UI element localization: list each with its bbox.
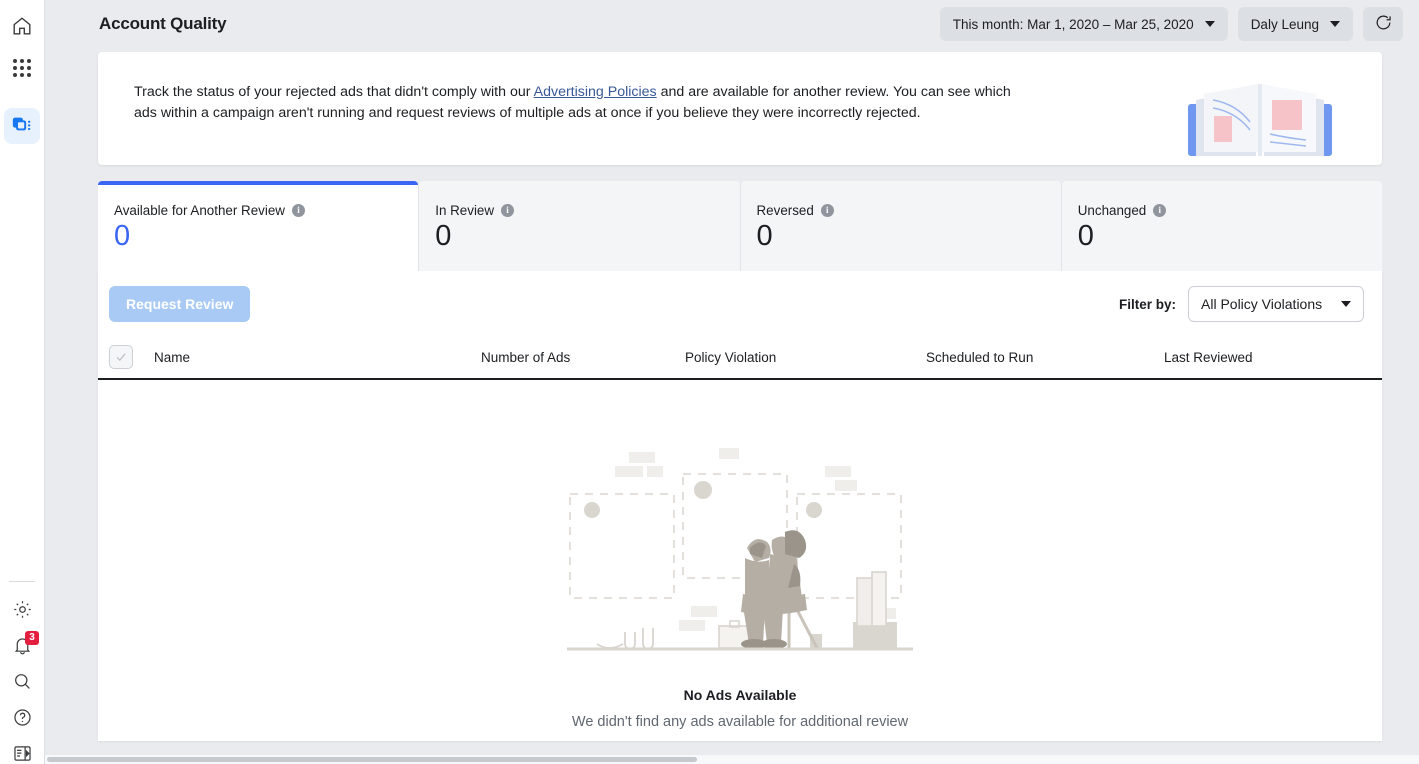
gear-icon (12, 599, 33, 625)
sidebar-item-settings[interactable] (4, 594, 40, 630)
status-card-label: In Review i (435, 203, 723, 218)
info-icon[interactable]: i (501, 204, 515, 217)
filter-by-label: Filter by: (1118, 296, 1176, 312)
table-header-row: Name Number of Ads Policy Violation Sche… (98, 336, 1382, 380)
sidebar-item-account-quality[interactable] (4, 108, 40, 144)
select-all-checkbox[interactable] (109, 345, 133, 369)
sidebar-item-notifications[interactable]: 3 (4, 630, 40, 666)
layers-list-icon (11, 113, 33, 140)
banner-text: Track the status of your rejected ads th… (134, 82, 1034, 124)
sidebar-item-apps[interactable] (4, 50, 40, 86)
apps-grid-icon (13, 59, 31, 77)
empty-state-title: No Ads Available (683, 687, 797, 703)
advertising-policies-link[interactable]: Advertising Policies (534, 84, 657, 100)
status-card-available-for-another-review[interactable]: Available for Another Review i 0 (98, 181, 420, 271)
date-range-selector[interactable]: This month: Mar 1, 2020 – Mar 25, 2020 (939, 7, 1228, 41)
info-icon[interactable]: i (1153, 204, 1167, 217)
question-circle-icon (12, 707, 33, 733)
chevron-down-icon (1341, 301, 1351, 307)
left-nav-rail: 3 (0, 0, 45, 764)
status-card-label: Available for Another Review i (114, 203, 402, 218)
info-banner: Track the status of your rejected ads th… (98, 52, 1382, 165)
status-card-value: 0 (435, 220, 452, 252)
status-card-in-review[interactable]: In Review i 0 (419, 181, 741, 271)
status-card-label: Unchanged i (1078, 203, 1366, 218)
account-name-label: Daly Leung (1250, 16, 1319, 32)
sidebar-item-home[interactable] (4, 10, 40, 46)
column-header-last-reviewed[interactable]: Last Reviewed (1164, 350, 1253, 365)
empty-state: No Ads Available We didn't find any ads … (98, 380, 1382, 730)
info-icon[interactable]: i (820, 204, 834, 217)
status-card-unchanged[interactable]: Unchanged i 0 (1061, 181, 1382, 271)
rail-divider (9, 581, 35, 582)
scrollbar-thumb[interactable] (47, 757, 697, 762)
people-sitting-empty-frames-illustration (567, 436, 913, 669)
account-selector[interactable]: Daly Leung (1237, 7, 1353, 41)
status-card-value: 0 (756, 220, 773, 252)
rail-top-group (4, 0, 40, 144)
sidebar-item-collapse-panel[interactable] (4, 738, 40, 764)
panel-collapse-icon (12, 743, 33, 764)
open-book-illustration (1186, 82, 1334, 165)
banner-text-before: Track the status of your rejected ads th… (134, 84, 534, 100)
home-icon (11, 15, 33, 42)
info-icon[interactable]: i (291, 204, 305, 217)
chevron-down-icon (1204, 21, 1215, 27)
status-card-label-text: Unchanged (1077, 203, 1147, 218)
refresh-button[interactable] (1363, 7, 1403, 41)
horizontal-scrollbar[interactable] (45, 755, 1419, 764)
search-icon (12, 671, 33, 697)
status-card-reversed[interactable]: Reversed i 0 (740, 181, 1062, 271)
table-toolbar: Request Review Filter by: All Policy Vio… (98, 271, 1382, 336)
sidebar-item-search[interactable] (4, 666, 40, 702)
page-title: Account Quality (99, 14, 227, 33)
refresh-icon (1374, 13, 1393, 35)
column-header-scheduled-to-run[interactable]: Scheduled to Run (926, 350, 1164, 365)
account-quality-page: 3 Account Quality This month: Mar 1, 202… (0, 0, 1419, 764)
status-card-label-text: Reversed (756, 203, 814, 218)
empty-state-subtitle: We didn't find any ads available for add… (571, 714, 909, 730)
filter-selected-value: All Policy Violations (1201, 296, 1323, 312)
column-header-policy-violation[interactable]: Policy Violation (685, 350, 926, 365)
main-content: Track the status of your rejected ads th… (98, 52, 1382, 741)
sidebar-item-help[interactable] (4, 702, 40, 738)
request-review-button[interactable]: Request Review (109, 286, 251, 322)
status-card-value: 0 (1077, 220, 1094, 252)
policy-violation-filter-select[interactable]: All Policy Violations (1188, 286, 1364, 322)
filter-control-group: Filter by: All Policy Violations (1119, 286, 1371, 322)
status-card-label: Reversed i (757, 203, 1045, 218)
status-card-label-text: Available for Another Review (114, 203, 285, 218)
ads-table-panel: Request Review Filter by: All Policy Vio… (98, 271, 1382, 741)
column-header-name[interactable]: Name (133, 350, 481, 365)
date-range-label: This month: Mar 1, 2020 – Mar 25, 2020 (952, 16, 1194, 32)
header-controls: This month: Mar 1, 2020 – Mar 25, 2020 D… (939, 7, 1403, 41)
status-card-value: 0 (114, 220, 131, 252)
rail-bottom-group: 3 (0, 581, 44, 764)
notification-badge: 3 (25, 631, 39, 645)
page-header: Account Quality This month: Mar 1, 2020 … (45, 0, 1419, 48)
chevron-down-icon (1330, 21, 1340, 27)
column-header-number-of-ads[interactable]: Number of Ads (481, 350, 685, 365)
status-cards: Available for Another Review i 0 In Revi… (98, 181, 1382, 271)
status-card-label-text: In Review (435, 203, 495, 218)
